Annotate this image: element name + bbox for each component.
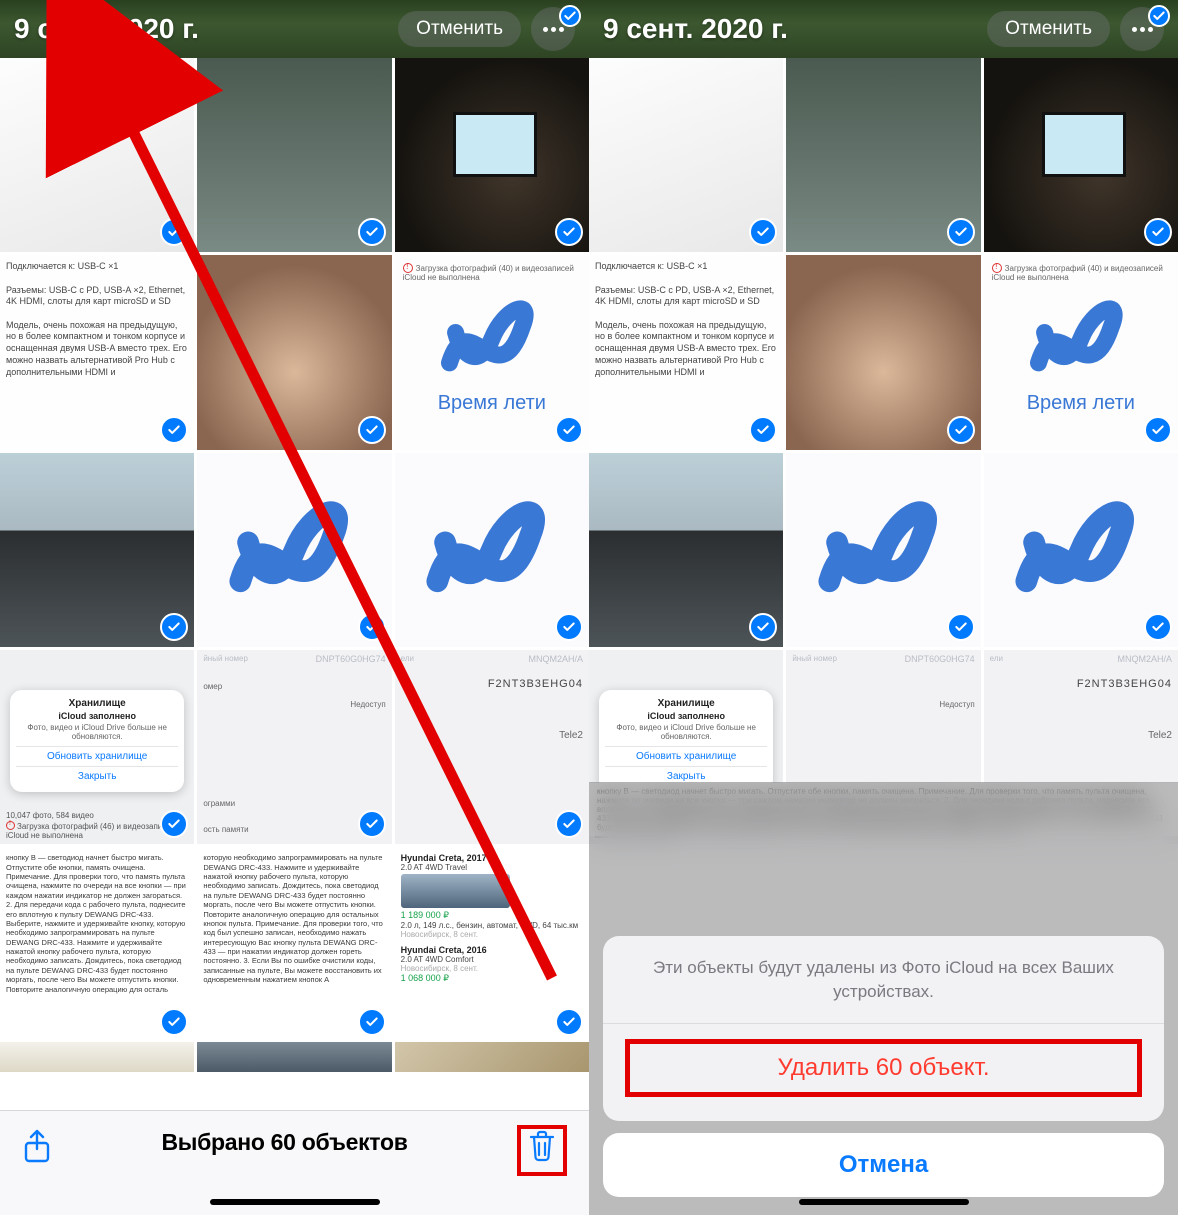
selected-check-icon xyxy=(555,1008,583,1036)
selected-check-icon xyxy=(160,218,188,246)
date-title: 9 сент. 2020 г. xyxy=(603,13,788,45)
action-sheet-message: Эти объекты будут удалены из Фото iCloud… xyxy=(603,936,1164,1023)
annotation-highlight-trash xyxy=(517,1125,567,1176)
cancel-selection-button[interactable]: Отменить xyxy=(987,11,1110,47)
icloud-storage-popup: Хранилище iCloud заполнено Фото, видео и… xyxy=(599,690,773,792)
apple-event-swoosh-icon xyxy=(1003,487,1158,613)
selected-check-icon xyxy=(947,613,975,641)
thumb-warning: Загрузка фотографий (40) и видеозаписей … xyxy=(992,261,1178,282)
photo-thumb[interactable]: Загрузка фотографий (40) и видеозаписей … xyxy=(395,255,589,449)
photo-thumb[interactable]: ели MNQM2AH/A F2NT3B3EHG04 Tele2 xyxy=(395,650,589,844)
more-button[interactable] xyxy=(531,7,575,51)
delete-button[interactable]: Удалить 60 объект. xyxy=(603,1023,1164,1121)
photo-thumb[interactable] xyxy=(395,453,589,647)
photo-thumb[interactable]: Подключается к: USB-C ×1 Разъемы: USB-C … xyxy=(0,255,194,449)
selected-check-icon xyxy=(947,416,975,444)
photo-thumb[interactable] xyxy=(984,58,1178,252)
selected-check-icon xyxy=(1144,416,1172,444)
selection-toolbar: Выбрано 60 объектов xyxy=(0,1110,589,1215)
screenshot-left: 9 сент. 2020 г. Отменить Подкл xyxy=(0,0,589,1215)
selected-check-icon xyxy=(555,810,583,838)
selected-check-icon xyxy=(358,1008,386,1036)
photo-thumb[interactable]: Подключается к: USB-C ×1 Разъемы: USB-C … xyxy=(589,255,783,449)
selected-check-icon xyxy=(947,218,975,246)
selected-check-icon xyxy=(358,218,386,246)
selected-check-icon xyxy=(555,613,583,641)
thumb-text: Подключается к: USB-C ×1 xyxy=(6,261,188,273)
apple-event-swoosh-icon xyxy=(217,487,372,613)
photo-grid: Подключается к: USB-C ×1 Разъемы: USB-C … xyxy=(589,58,1178,844)
cancel-selection-button[interactable]: Отменить xyxy=(398,11,521,47)
apple-event-swoosh-icon xyxy=(414,487,569,613)
selected-check-icon xyxy=(555,218,583,246)
thumb-text: Разъемы: USB-C с PD, USB-A ×2, Ethernet,… xyxy=(6,285,188,308)
photo-thumb[interactable] xyxy=(0,58,194,252)
selected-check-icon xyxy=(160,416,188,444)
selected-check-icon xyxy=(160,1008,188,1036)
photo-thumb[interactable]: которую необходимо запрограммировать на … xyxy=(197,847,391,1041)
header-background: 9 сент. 2020 г. Отменить xyxy=(0,0,589,58)
icloud-storage-popup: Хранилище iCloud заполнено Фото, видео и… xyxy=(10,690,184,792)
annotation-highlight-delete: Удалить 60 объект. xyxy=(625,1039,1142,1097)
photo-thumb[interactable] xyxy=(395,1042,589,1072)
photo-grid: Подключается к: USB-C ×1 Разъемы: USB-C … xyxy=(0,58,589,1042)
photo-thumb[interactable] xyxy=(0,1042,194,1072)
selection-mode-badge xyxy=(1148,5,1170,27)
thumb-warning: Загрузка фотографий (40) и видеозаписей … xyxy=(403,261,589,282)
thumb-text: Время лети xyxy=(438,392,546,415)
photo-thumb[interactable] xyxy=(197,1042,391,1072)
selected-check-icon xyxy=(555,416,583,444)
photo-thumb[interactable]: йный номер DNPT60G0HG74 омер Недоступ ог… xyxy=(197,650,391,844)
selection-mode-badge xyxy=(559,5,581,27)
thumb-text: которую необходимо запрограммировать на … xyxy=(203,853,385,984)
apple-event-swoosh-icon xyxy=(424,290,560,387)
photo-thumb[interactable] xyxy=(786,453,980,647)
action-sheet-cancel-button[interactable]: Отмена xyxy=(603,1133,1164,1197)
selected-check-icon xyxy=(358,613,386,641)
photo-thumb[interactable]: Хранилище iCloud заполнено Фото, видео и… xyxy=(0,650,194,844)
photo-thumb[interactable] xyxy=(786,255,980,449)
photo-thumb[interactable] xyxy=(589,58,783,252)
more-button[interactable] xyxy=(1120,7,1164,51)
selected-check-icon xyxy=(1144,218,1172,246)
selected-check-icon xyxy=(358,810,386,838)
thumb-text: кнопку В — светодиод начнет быстро мигат… xyxy=(6,853,188,994)
photo-thumb[interactable] xyxy=(395,58,589,252)
selected-check-icon xyxy=(1144,613,1172,641)
photo-thumb[interactable] xyxy=(197,255,391,449)
photo-thumb[interactable]: Hyundai Creta, 2017 2.0 AT 4WD Travel 1 … xyxy=(395,847,589,1041)
selected-check-icon xyxy=(749,613,777,641)
home-indicator[interactable] xyxy=(799,1199,969,1205)
car-thumb xyxy=(401,874,510,908)
photo-thumb[interactable] xyxy=(0,453,194,647)
apple-event-swoosh-icon xyxy=(806,487,961,613)
photo-thumb[interactable]: кнопку В — светодиод начнет быстро мигат… xyxy=(0,847,194,1041)
home-indicator[interactable] xyxy=(210,1199,380,1205)
ellipsis-icon xyxy=(543,27,564,32)
photo-thumb[interactable] xyxy=(589,453,783,647)
delete-action-sheet: Эти объекты будут удалены из Фото iCloud… xyxy=(603,936,1164,1197)
photo-thumb[interactable] xyxy=(197,58,391,252)
share-icon[interactable] xyxy=(22,1129,52,1170)
screenshot-right: 9 сент. 2020 г. Отменить Подключается к:… xyxy=(589,0,1178,1215)
selected-check-icon xyxy=(749,416,777,444)
selection-count-label: Выбрано 60 объектов xyxy=(161,1129,407,1156)
photo-thumb[interactable] xyxy=(786,58,980,252)
photo-thumb[interactable]: Загрузка фотографий (40) и видеозаписей … xyxy=(984,255,1178,449)
selected-check-icon xyxy=(160,613,188,641)
header-background: 9 сент. 2020 г. Отменить xyxy=(589,0,1178,58)
selected-check-icon xyxy=(358,416,386,444)
apple-event-swoosh-icon xyxy=(1013,290,1149,387)
selected-check-icon xyxy=(749,218,777,246)
photo-thumb[interactable] xyxy=(984,453,1178,647)
thumb-text: Модель, очень похожая на предыдущую, но … xyxy=(6,320,188,378)
date-title: 9 сент. 2020 г. xyxy=(14,13,199,45)
trash-icon[interactable] xyxy=(527,1129,557,1168)
photo-thumb[interactable] xyxy=(197,453,391,647)
ellipsis-icon xyxy=(1132,27,1153,32)
